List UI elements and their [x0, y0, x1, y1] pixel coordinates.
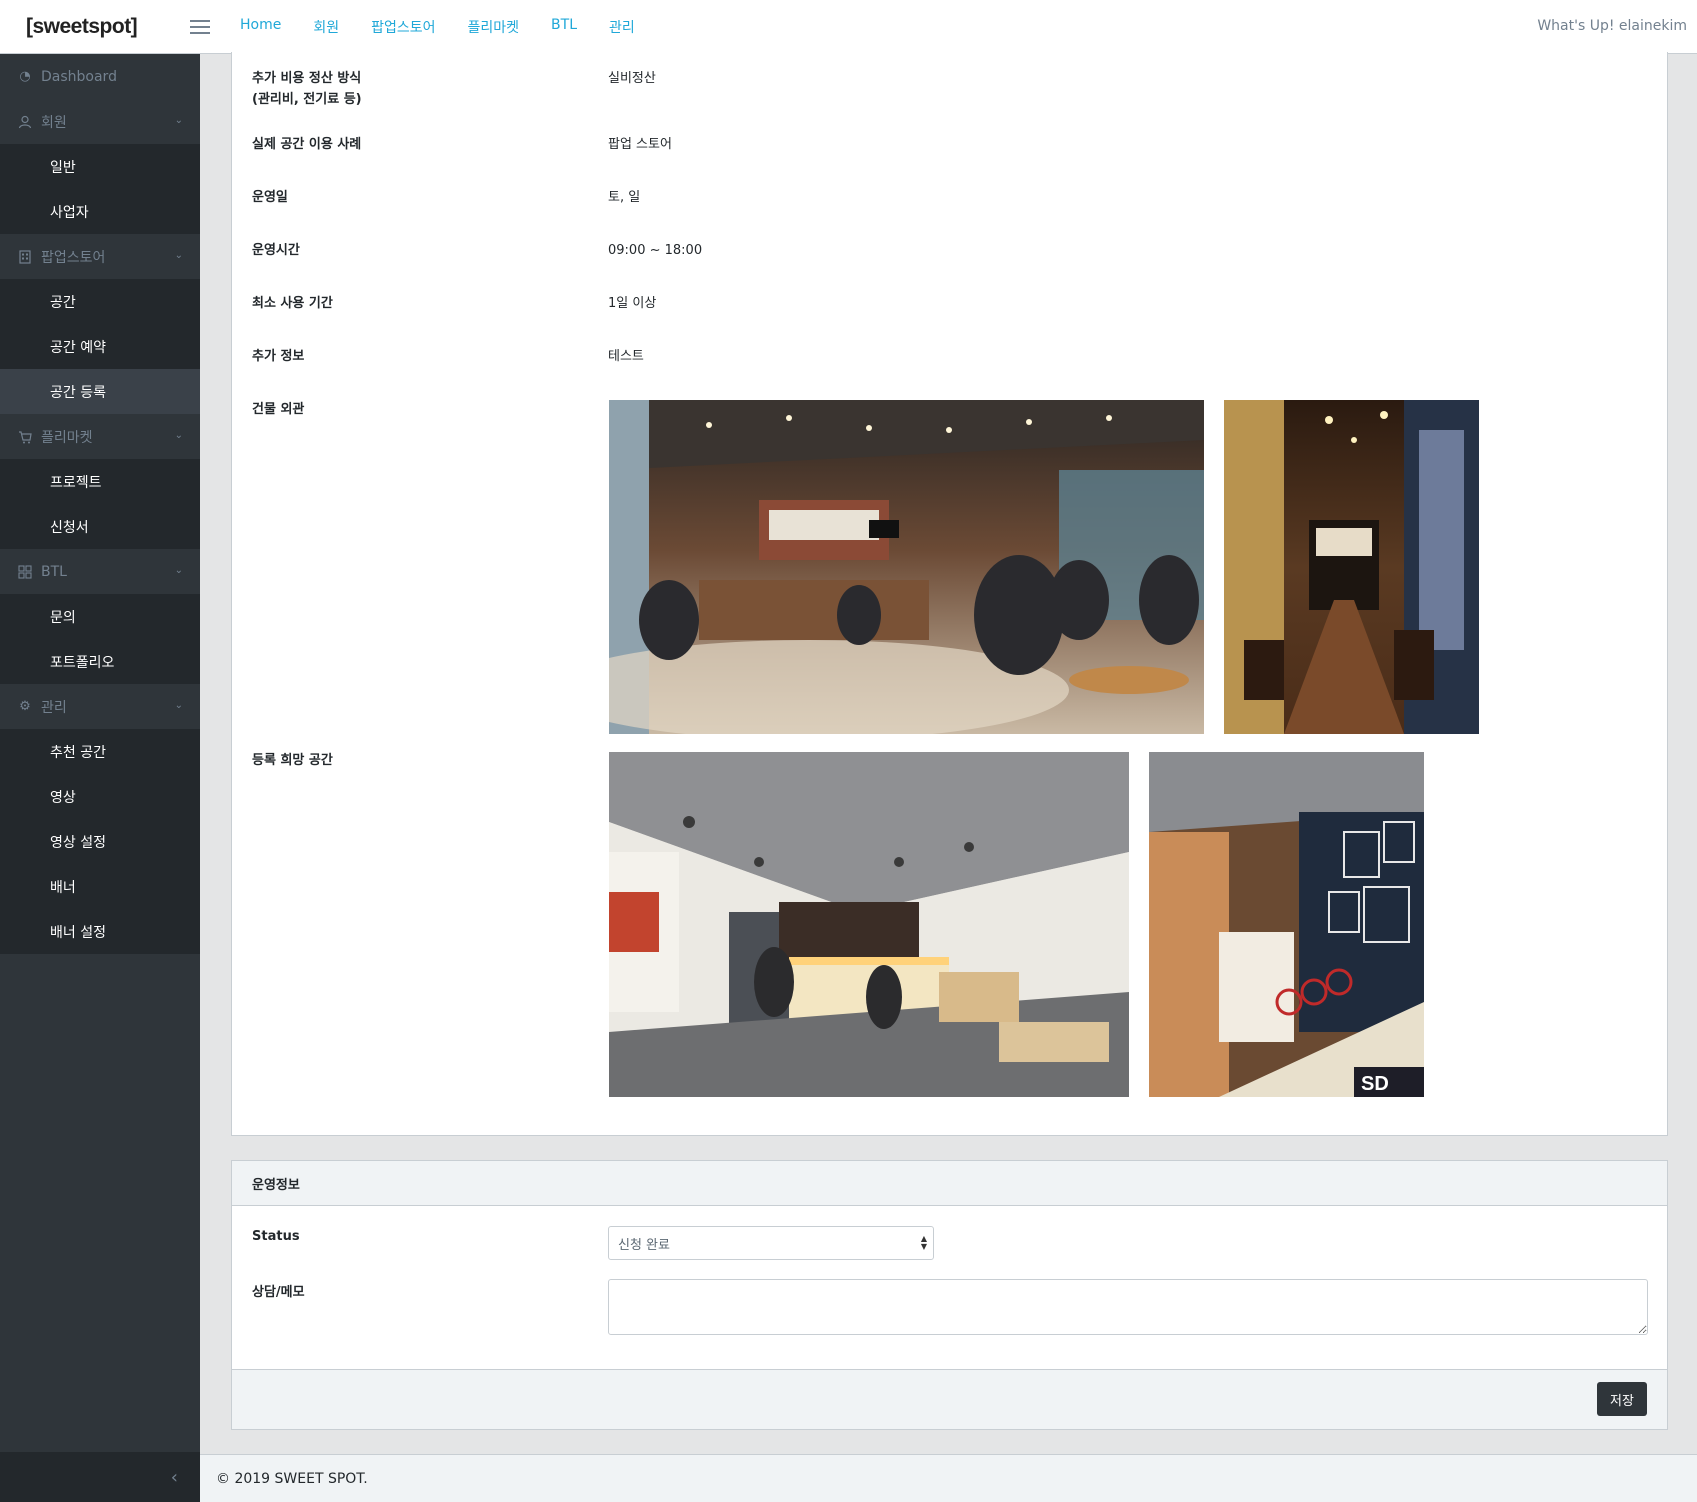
- field-value: 1일 이상: [608, 296, 657, 311]
- sidebar-item-business[interactable]: 사업자: [0, 189, 200, 234]
- sidebar-minimizer[interactable]: ‹: [0, 1452, 200, 1502]
- status-select-value: 신청 완료: [618, 1238, 670, 1253]
- main-content: 추가 비용 정산 방식 (관리비, 전기료 등) 실비정산 실제 공간 이용 사…: [200, 52, 1697, 1454]
- sidebar-item-project[interactable]: 프로젝트: [0, 459, 200, 504]
- sidebar-item-label: 회원: [41, 114, 67, 131]
- sidebar-group-popup-store[interactable]: 팝업스토어 ⌄: [0, 234, 200, 279]
- sidebar-item-banner[interactable]: 배너: [0, 864, 200, 909]
- nav-members[interactable]: 회원: [313, 17, 339, 37]
- top-header: [sweetspot] Home 회원 팝업스토어 플리마켓 BTL 관리 Wh…: [0, 0, 1697, 54]
- top-nav: Home 회원 팝업스토어 플리마켓 BTL 관리: [240, 17, 667, 37]
- chevron-down-icon: ⌄: [174, 565, 183, 576]
- nav-popup-store[interactable]: 팝업스토어: [371, 17, 435, 37]
- field-value: 토, 일: [608, 190, 641, 205]
- basket-icon: [17, 429, 33, 445]
- nav-home[interactable]: Home: [240, 17, 281, 37]
- sidebar-item-banner-settings[interactable]: 배너 설정: [0, 909, 200, 954]
- sidebar-item-space[interactable]: 공간: [0, 279, 200, 324]
- sidebar-item-label: 팝업스토어: [41, 249, 106, 266]
- sidebar-item-dashboard[interactable]: ◔ Dashboard: [0, 54, 200, 99]
- sidebar-item-label: 관리: [41, 699, 67, 716]
- sidebar-item-space-reservation[interactable]: 공간 예약: [0, 324, 200, 369]
- chevron-down-icon: ⌄: [174, 250, 183, 261]
- sidebar-group-btl[interactable]: BTL ⌄: [0, 549, 200, 594]
- nav-admin[interactable]: 관리: [609, 17, 635, 37]
- gear-icon: ⚙: [19, 699, 31, 714]
- svg-text:SD: SD: [1361, 1073, 1389, 1095]
- save-button[interactable]: 저장: [1597, 1382, 1647, 1416]
- desired-space-photo-1[interactable]: [609, 752, 1129, 1097]
- sidebar-group-admin[interactable]: ⚙ 관리 ⌄: [0, 684, 200, 729]
- field-label: 운영시간: [252, 243, 300, 258]
- operation-info-card: 운영정보 Status 신청 완료 ▲ ▼ 상담/메모 저장: [231, 1160, 1668, 1430]
- user-icon: [17, 114, 33, 130]
- sidebar-item-space-registration[interactable]: 공간 등록: [0, 369, 200, 414]
- user-greeting[interactable]: What's Up! elainekim: [1537, 18, 1687, 34]
- field-value: 실비정산: [608, 71, 656, 86]
- exterior-photo-2[interactable]: [1224, 400, 1479, 734]
- status-label: Status: [252, 1229, 300, 1244]
- sidebar-item-general[interactable]: 일반: [0, 144, 200, 189]
- field-label: 건물 외관: [252, 402, 305, 417]
- grid-icon: [17, 564, 33, 580]
- select-arrows-icon: ▲ ▼: [920, 1234, 927, 1251]
- sidebar-item-application[interactable]: 신청서: [0, 504, 200, 549]
- sidebar-item-video-settings[interactable]: 영상 설정: [0, 819, 200, 864]
- exterior-photo-1[interactable]: [609, 400, 1204, 734]
- sidebar-item-portfolio[interactable]: 포트폴리오: [0, 639, 200, 684]
- field-label: 추가 비용 정산 방식 (관리비, 전기료 등): [252, 71, 362, 107]
- chevron-down-icon: ⌄: [174, 700, 183, 711]
- field-label: 실제 공간 이용 사례: [252, 137, 362, 152]
- space-detail-card: 추가 비용 정산 방식 (관리비, 전기료 등) 실비정산 실제 공간 이용 사…: [231, 52, 1668, 1136]
- sidebar-item-inquiry[interactable]: 문의: [0, 594, 200, 639]
- speedometer-icon: ◔: [19, 69, 31, 84]
- sidebar-item-label: Dashboard: [41, 68, 117, 85]
- card-header: 운영정보: [232, 1161, 1667, 1206]
- field-label: 최소 사용 기간: [252, 296, 333, 311]
- sidebar-group-flea-market[interactable]: 플리마켓 ⌄: [0, 414, 200, 459]
- field-label: 등록 희망 공간: [252, 753, 333, 768]
- field-label: 추가 정보: [252, 349, 305, 364]
- field-label: 운영일: [252, 190, 288, 205]
- brand-logo[interactable]: [sweetspot]: [26, 15, 166, 39]
- memo-textarea[interactable]: [608, 1279, 1648, 1335]
- page-footer: © 2019 SWEET SPOT.: [200, 1454, 1697, 1502]
- chevron-left-icon: ‹: [170, 1466, 178, 1488]
- chevron-down-icon: ⌄: [174, 430, 183, 441]
- sidebar-group-members[interactable]: 회원 ⌄: [0, 99, 200, 144]
- sidebar-toggle-icon[interactable]: [190, 19, 210, 34]
- building-icon: [17, 249, 33, 265]
- card-footer: 저장: [232, 1369, 1667, 1429]
- desired-space-photo-2[interactable]: SD: [1149, 752, 1424, 1097]
- sidebar-item-recommended-space[interactable]: 추천 공간: [0, 729, 200, 774]
- field-value: 테스트: [608, 349, 644, 364]
- sidebar-item-label: BTL: [41, 563, 67, 580]
- memo-label: 상담/메모: [252, 1285, 305, 1300]
- chevron-down-icon: ⌄: [174, 115, 183, 126]
- sidebar-item-label: 플리마켓: [41, 429, 93, 446]
- field-value: 09:00 ~ 18:00: [608, 243, 703, 258]
- status-select[interactable]: 신청 완료 ▲ ▼: [608, 1226, 934, 1260]
- sidebar-item-video[interactable]: 영상: [0, 774, 200, 819]
- nav-flea-market[interactable]: 플리마켓: [468, 17, 520, 37]
- nav-btl[interactable]: BTL: [551, 17, 577, 37]
- sidebar: ◔ Dashboard 회원 ⌄ 일반 사업자 팝업스토어 ⌄ 공간 공간 예약…: [0, 54, 200, 1502]
- field-value: 팝업 스토어: [608, 137, 672, 152]
